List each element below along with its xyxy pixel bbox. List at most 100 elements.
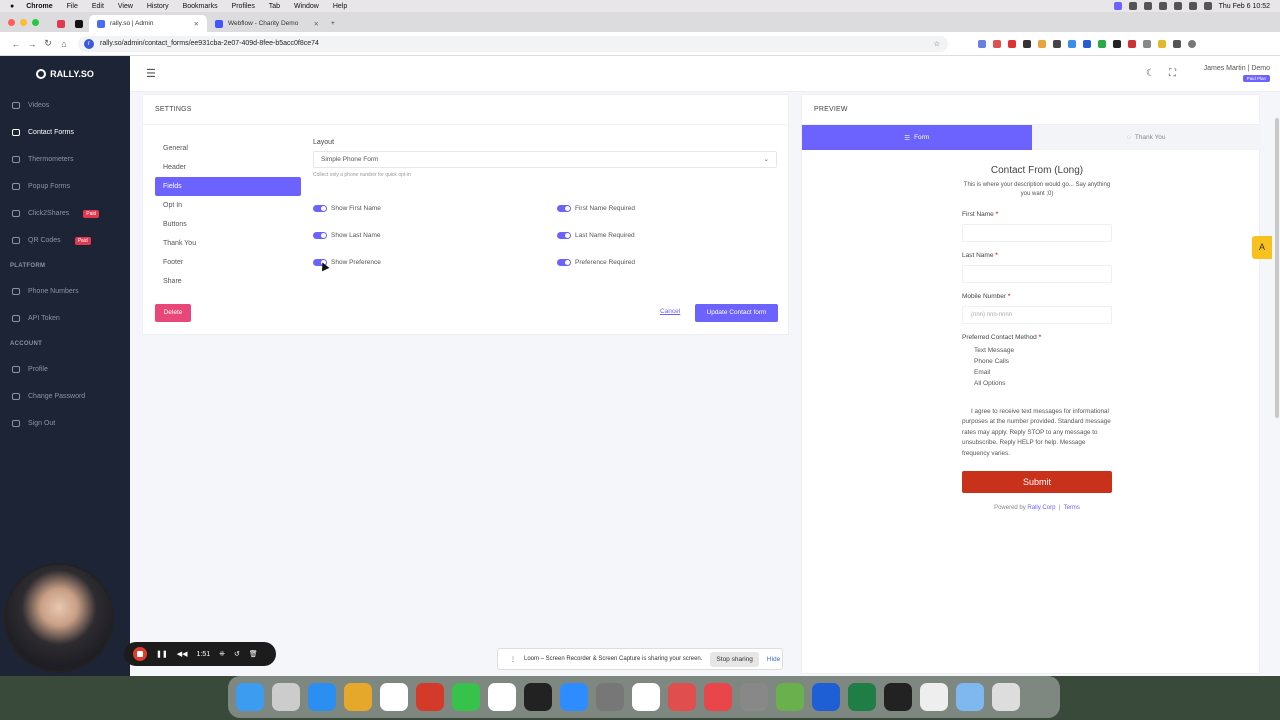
settings-nav-footer[interactable]: Footer xyxy=(155,253,301,272)
app-icon[interactable] xyxy=(776,683,804,711)
scrollbar-thumb[interactable] xyxy=(1275,118,1279,418)
extension-icon[interactable] xyxy=(1053,39,1061,48)
close-tab-icon[interactable]: ✕ xyxy=(194,20,199,28)
status-icon[interactable] xyxy=(1158,2,1167,10)
option-phone-calls[interactable]: Phone Calls xyxy=(962,358,1112,369)
layers-icon[interactable] xyxy=(524,683,552,711)
pinned-tab[interactable] xyxy=(71,15,89,32)
grid-icon[interactable]: ⁜ xyxy=(219,650,225,658)
settings-nav-thank-you[interactable]: Thank You xyxy=(155,234,301,253)
user-menu[interactable]: James Martin | Demo Paid Plan xyxy=(1190,65,1270,82)
sidebar-item-profile[interactable]: Profile xyxy=(0,356,130,383)
rewind-icon[interactable]: ◀◀ xyxy=(177,650,188,658)
sidebar-item-contact-forms[interactable]: Contact Forms xyxy=(0,119,130,146)
trash-can-icon[interactable] xyxy=(992,683,1020,711)
scrollbar[interactable] xyxy=(1274,116,1280,676)
extension-icon[interactable] xyxy=(993,39,1001,48)
tab-webflow[interactable]: Webflow - Charity Demo ✕ xyxy=(207,15,327,32)
maximize-window-icon[interactable] xyxy=(32,18,39,26)
messages-icon[interactable] xyxy=(452,683,480,711)
clock[interactable]: Thu Feb 6 10:52 xyxy=(1219,3,1270,10)
tab-form[interactable]: ☰ Form xyxy=(802,125,1032,150)
profile-avatar-icon[interactable] xyxy=(1188,39,1196,48)
sidebar-item-qr-codes[interactable]: QR Codes Paid xyxy=(0,227,130,254)
calendar-icon[interactable] xyxy=(380,683,408,711)
sidebar-item-popup-forms[interactable]: Popup Forms xyxy=(0,173,130,200)
toggle-show-first-name[interactable]: Show First Name xyxy=(313,205,381,212)
notion-icon[interactable] xyxy=(632,683,660,711)
extension-icon[interactable] xyxy=(1038,39,1046,48)
menu-view[interactable]: View xyxy=(118,3,133,10)
puzzle-icon[interactable] xyxy=(1173,39,1181,48)
site-info-icon[interactable]: r xyxy=(84,38,94,49)
extension-icon[interactable] xyxy=(1023,39,1031,48)
reload-icon[interactable]: ↻ xyxy=(40,38,56,49)
first-name-input[interactable] xyxy=(962,224,1112,242)
status-icon[interactable] xyxy=(1128,2,1137,10)
home-icon[interactable]: ⌂ xyxy=(56,39,72,49)
system-settings-icon[interactable] xyxy=(740,683,768,711)
settings-nav-opt-in[interactable]: Opt In xyxy=(155,196,301,215)
app-icon[interactable] xyxy=(704,683,732,711)
extension-icon[interactable] xyxy=(1113,39,1121,48)
sidebar-item-videos[interactable]: Videos xyxy=(0,92,130,119)
option-text-message[interactable]: Text Message xyxy=(962,347,1112,358)
settings-nav-header[interactable]: Header xyxy=(155,158,301,177)
wifi-icon[interactable] xyxy=(1188,2,1197,10)
rally-corp-link[interactable]: Rally Corp xyxy=(1027,505,1055,511)
submit-button[interactable]: Submit xyxy=(962,470,1112,493)
status-icon[interactable] xyxy=(1143,2,1152,10)
slack-icon[interactable] xyxy=(488,683,516,711)
toggle-switch[interactable] xyxy=(313,232,327,239)
toggle-first-name-required[interactable]: First Name Required xyxy=(557,205,635,212)
update-contact-form-button[interactable]: Update Contact form xyxy=(695,304,778,322)
folder-icon[interactable] xyxy=(956,683,984,711)
app-icon[interactable] xyxy=(668,683,696,711)
stop-sharing-button[interactable]: Stop sharing xyxy=(710,651,759,667)
menu-history[interactable]: History xyxy=(147,3,169,10)
new-tab-button[interactable]: + xyxy=(327,15,343,32)
hide-button[interactable]: Hide xyxy=(767,656,780,663)
qr-app-icon[interactable] xyxy=(920,683,948,711)
finder-icon[interactable] xyxy=(236,683,264,711)
fullscreen-icon[interactable]: ⛶ xyxy=(1169,68,1176,79)
zoom-icon[interactable] xyxy=(560,683,588,711)
settings-nav-share[interactable]: Share xyxy=(155,272,301,291)
drag-handle-icon[interactable]: ⋮ xyxy=(510,656,516,663)
status-icon[interactable] xyxy=(1173,2,1182,10)
extension-icon[interactable] xyxy=(978,39,986,48)
terms-link[interactable]: Terms xyxy=(1064,505,1080,511)
tab-rally-admin[interactable]: rally.so | Admin ✕ xyxy=(89,15,207,32)
menu-help[interactable]: Help xyxy=(333,3,347,10)
toggle-switch[interactable] xyxy=(557,205,571,212)
restart-icon[interactable]: ↺ xyxy=(234,650,240,658)
launchpad-icon[interactable] xyxy=(272,683,300,711)
close-window-icon[interactable] xyxy=(8,18,15,26)
iphone-mirror-icon[interactable] xyxy=(596,683,624,711)
consent-checkbox-text[interactable]: I agree to receive text messages for inf… xyxy=(962,407,1112,459)
menu-toggle-icon[interactable]: ☰ xyxy=(146,67,156,80)
terminal-icon[interactable] xyxy=(884,683,912,711)
bookmark-star-icon[interactable]: ☆ xyxy=(934,40,940,48)
settings-nav-buttons[interactable]: Buttons xyxy=(155,215,301,234)
option-email[interactable]: Email xyxy=(962,369,1112,380)
safari-icon[interactable] xyxy=(308,683,336,711)
menu-chrome[interactable]: Chrome xyxy=(26,3,52,10)
settings-nav-fields[interactable]: Fields xyxy=(155,177,301,196)
url-bar[interactable]: r rally.so/admin/contact_forms/ee931cba-… xyxy=(78,35,948,52)
delete-button[interactable]: Delete xyxy=(155,304,191,322)
extension-icon[interactable] xyxy=(1158,39,1166,48)
chrome-icon[interactable] xyxy=(344,683,372,711)
extension-badge-icon[interactable]: A xyxy=(1252,236,1272,259)
toggle-switch[interactable] xyxy=(557,259,571,266)
url-text[interactable]: rally.so/admin/contact_forms/ee931cba-2e… xyxy=(100,40,319,47)
sidebar-item-sign-out[interactable]: Sign Out xyxy=(0,410,130,437)
toggle-show-last-name[interactable]: Show Last Name xyxy=(313,232,381,239)
toggle-preference-required[interactable]: Preference Required xyxy=(557,259,635,266)
excel-icon[interactable] xyxy=(848,683,876,711)
trash-icon[interactable]: 🗑 xyxy=(249,650,258,658)
sidebar-item-phone-numbers[interactable]: Phone Numbers xyxy=(0,278,130,305)
menu-tab[interactable]: Tab xyxy=(269,3,280,10)
settings-nav-general[interactable]: General xyxy=(155,139,301,158)
toggle-last-name-required[interactable]: Last Name Required xyxy=(557,232,635,239)
